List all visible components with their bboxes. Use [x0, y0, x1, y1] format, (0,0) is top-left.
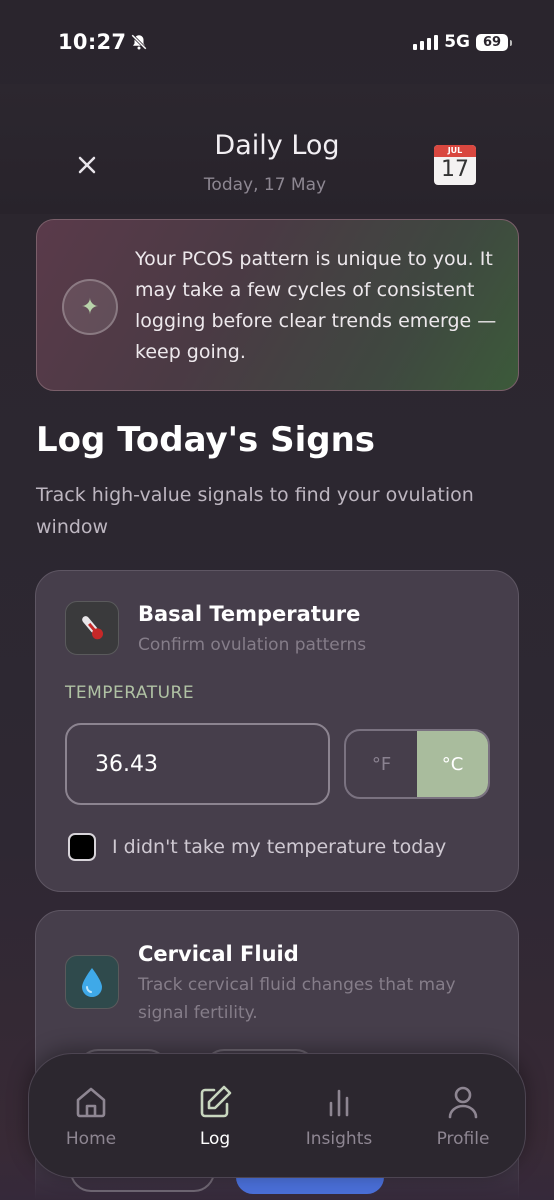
droplet-icon	[65, 955, 119, 1009]
section-title: Log Today's Signs	[36, 420, 376, 460]
sparkle-icon: ✦	[62, 279, 118, 335]
home-icon	[76, 1087, 106, 1117]
temperature-input[interactable]	[65, 723, 330, 805]
bottom-navigation: Home Log Insights Profile	[28, 1053, 526, 1178]
card-subtitle: Track cervical fluid changes that may si…	[138, 975, 456, 1023]
temperature-label: TEMPERATURE	[65, 683, 195, 703]
basal-temperature-card: Basal Temperature Confirm ovulation patt…	[35, 570, 519, 892]
nav-log[interactable]: Log	[160, 1083, 270, 1149]
nav-label: Log	[199, 1128, 231, 1149]
battery-icon: 69	[476, 33, 512, 51]
unit-fahrenheit[interactable]: °F	[346, 731, 417, 797]
info-banner: ✦ Your PCOS pattern is unique to you. It…	[36, 219, 519, 391]
card-subtitle: Confirm ovulation patterns	[138, 635, 367, 655]
skip-temperature-checkbox[interactable]	[68, 833, 96, 861]
status-bar: 10:27 5G 69	[0, 0, 554, 84]
unit-celsius[interactable]: °C	[417, 731, 488, 797]
nav-home[interactable]: Home	[36, 1083, 146, 1149]
unit-toggle[interactable]: °F °C	[344, 729, 490, 799]
banner-text: Your PCOS pattern is unique to you. It m…	[135, 248, 497, 363]
thermometer-icon	[65, 601, 119, 655]
signal-icon	[413, 34, 439, 50]
calendar-month: JUL	[434, 145, 476, 157]
nav-profile[interactable]: Profile	[408, 1083, 518, 1149]
skip-temperature-label: I didn't take my temperature today	[112, 836, 447, 858]
nav-label: Profile	[436, 1128, 490, 1149]
network-label: 5G	[444, 32, 470, 52]
nav-insights[interactable]: Insights	[284, 1083, 394, 1149]
skip-temperature-row[interactable]: I didn't take my temperature today	[68, 833, 446, 861]
card-title: Basal Temperature	[138, 602, 361, 626]
status-time: 10:27	[58, 30, 148, 54]
nav-label: Insights	[305, 1128, 373, 1149]
calendar-day: 17	[441, 157, 469, 182]
person-icon	[448, 1086, 478, 1118]
bell-muted-icon	[131, 34, 148, 50]
edit-icon	[200, 1085, 232, 1117]
card-title: Cervical Fluid	[138, 942, 299, 966]
section-description: Track high-value signals to find your ov…	[36, 484, 474, 538]
time-text: 10:27	[58, 30, 127, 54]
status-indicators: 5G 69	[413, 32, 512, 52]
calendar-icon[interactable]: JUL 17	[434, 145, 476, 185]
nav-label: Home	[65, 1128, 117, 1149]
bar-chart-icon	[329, 1089, 349, 1116]
